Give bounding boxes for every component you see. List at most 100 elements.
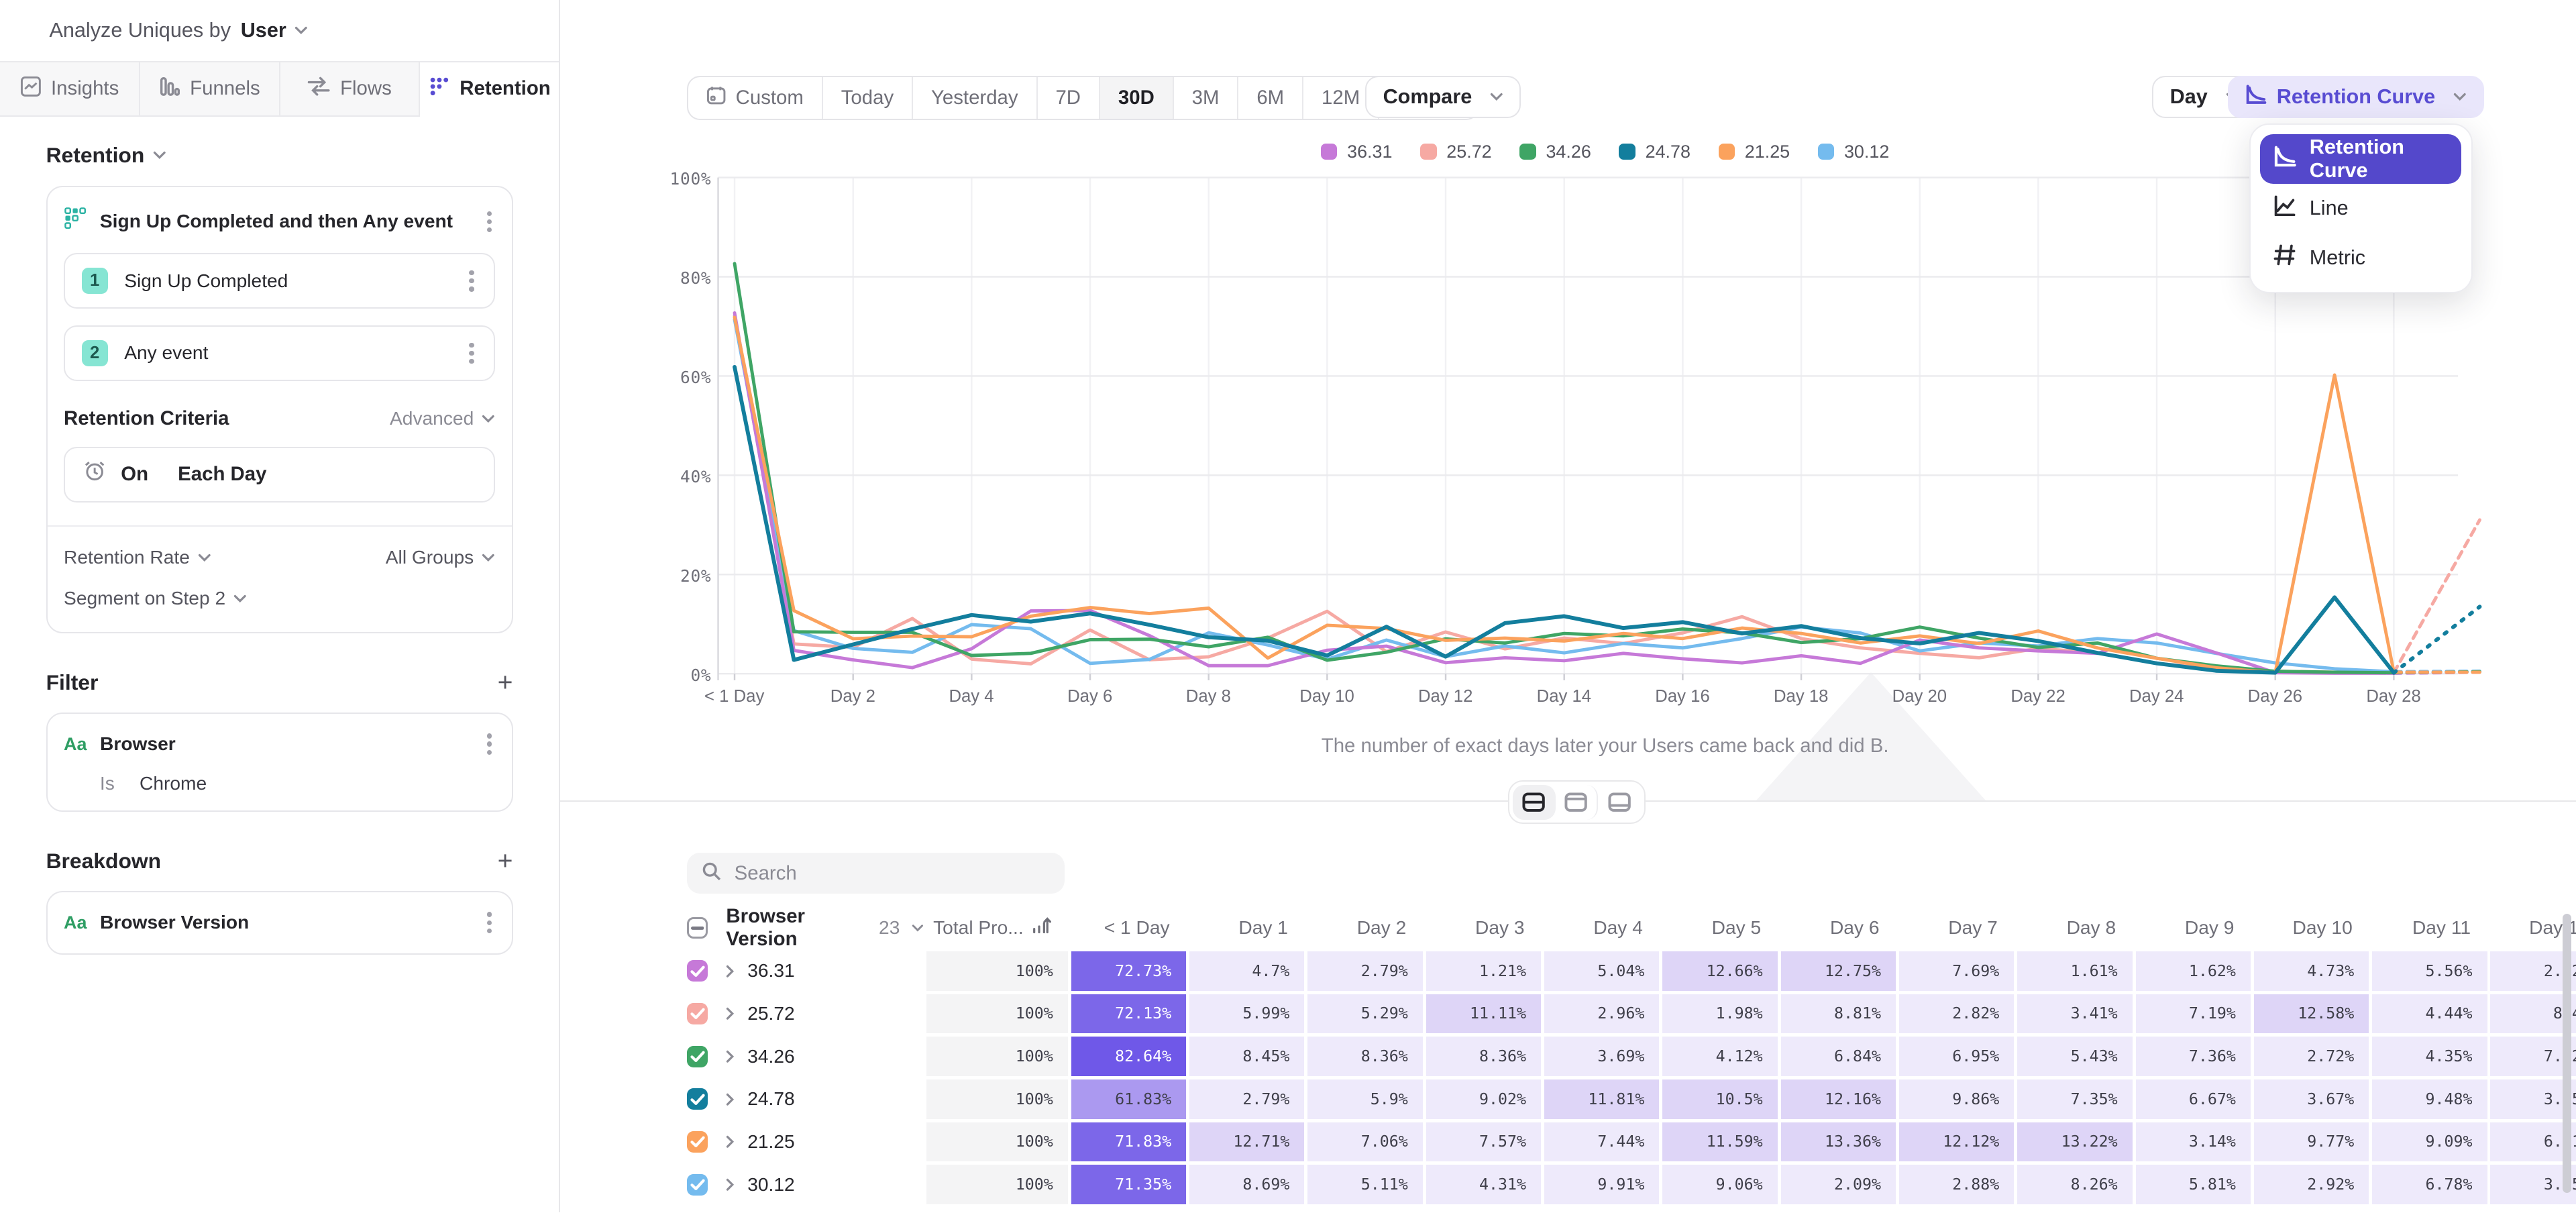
viz-type-button[interactable]: Retention Curve	[2228, 76, 2484, 119]
retention-cell[interactable]: 3.67%	[2254, 1079, 2369, 1119]
retention-cell[interactable]: 11.81%	[1544, 1079, 1659, 1119]
retention-cell[interactable]: 72.73%	[1071, 951, 1186, 991]
retention-cell[interactable]: 12.75%	[1781, 951, 1896, 991]
expand-row-icon[interactable]	[726, 1135, 734, 1149]
retention-cell[interactable]: 7.69%	[1899, 951, 2014, 991]
chevron-down-icon[interactable]	[294, 26, 308, 34]
legend-item-36.31[interactable]: 36.31	[1321, 142, 1393, 162]
retention-cell[interactable]: 2.79%	[1189, 1079, 1304, 1119]
select-all-checkbox[interactable]	[687, 917, 708, 939]
legend-item-21.25[interactable]: 21.25	[1719, 142, 1790, 162]
day-column-header[interactable]: < 1 Day	[1071, 905, 1186, 951]
retention-cell[interactable]: 82.64%	[1071, 1037, 1186, 1076]
search-input[interactable]	[735, 862, 1030, 885]
retention-cell[interactable]: 6.78%	[2372, 1165, 2487, 1204]
retention-cell[interactable]: 5.11%	[1307, 1165, 1422, 1204]
retention-cell[interactable]: 5.43%	[2017, 1037, 2132, 1076]
retention-section-heading[interactable]: Retention	[46, 143, 513, 168]
query-step-2[interactable]: 2Any event	[64, 325, 495, 381]
day-column-header[interactable]: Day 1	[1189, 905, 1304, 951]
expand-row-icon[interactable]	[726, 1093, 734, 1106]
day-column-header[interactable]: Day 9	[2136, 905, 2251, 951]
filter-value[interactable]: Chrome	[140, 773, 207, 794]
day-column-header[interactable]: Day 10	[2254, 905, 2369, 951]
legend-item-30.12[interactable]: 30.12	[1818, 142, 1890, 162]
total-column-header[interactable]: Total Pro...	[926, 905, 1068, 951]
viz-menu-item-metric[interactable]: Metric	[2260, 233, 2461, 282]
retention-cell[interactable]: 2.72%	[2254, 1037, 2369, 1076]
table-scrollbar[interactable]	[2563, 914, 2571, 1193]
retention-cell[interactable]: 6.84%	[1781, 1037, 1896, 1076]
retention-cell[interactable]: 3.41%	[2017, 994, 2132, 1034]
retention-cell[interactable]: 7.44%	[1544, 1122, 1659, 1162]
day-column-header[interactable]: Day 2	[1307, 905, 1422, 951]
retention-cell[interactable]: 3.14%	[2136, 1122, 2251, 1162]
add-filter-button[interactable]: +	[498, 670, 513, 696]
day-column-header[interactable]: Day 5	[1662, 905, 1777, 951]
advanced-dropdown[interactable]: Advanced	[390, 408, 495, 429]
retention-cell[interactable]: 12.58%	[2254, 994, 2369, 1034]
range-yesterday[interactable]: Yesterday	[913, 77, 1037, 119]
criteria-on-card[interactable]: On Each Day	[64, 447, 495, 503]
retention-cell[interactable]: 9.77%	[2254, 1122, 2369, 1162]
retention-cell[interactable]: 5.56%	[2372, 951, 2487, 991]
expand-row-icon[interactable]	[726, 1050, 734, 1063]
retention-cell[interactable]: 61.83%	[1071, 1079, 1186, 1119]
retention-cell[interactable]: 9.06%	[1662, 1165, 1777, 1204]
retention-cell[interactable]: 9.48%	[2372, 1079, 2487, 1119]
retention-cell[interactable]: 10.5%	[1662, 1079, 1777, 1119]
retention-cell[interactable]: 13.22%	[2017, 1122, 2132, 1162]
tab-flows[interactable]: Flows	[280, 62, 421, 117]
tab-insights[interactable]: Insights	[0, 62, 140, 117]
retention-cell[interactable]: 1.21%	[1426, 951, 1541, 991]
expand-row-icon[interactable]	[726, 1007, 734, 1020]
chart-only-view-button[interactable]	[1556, 785, 1599, 819]
retention-cell[interactable]: 8.69%	[1189, 1165, 1304, 1204]
row-checkbox[interactable]	[687, 1174, 708, 1196]
retention-cell[interactable]: 7.36%	[2136, 1037, 2251, 1076]
retention-cell[interactable]: 12.71%	[1189, 1122, 1304, 1162]
day-column-header[interactable]: Day 3	[1426, 905, 1541, 951]
tab-funnels[interactable]: Funnels	[140, 62, 280, 117]
retention-cell[interactable]: 7.06%	[1307, 1122, 1422, 1162]
analyze-uniques-value[interactable]: User	[241, 19, 286, 42]
add-breakdown-button[interactable]: +	[498, 848, 513, 874]
retention-cell[interactable]: 5.9%	[1307, 1079, 1422, 1119]
day-column-header[interactable]: Day 6	[1781, 905, 1896, 951]
viz-menu-item-line[interactable]: Line	[2260, 184, 2461, 233]
kebab-menu-icon[interactable]	[484, 730, 495, 758]
retention-cell[interactable]: 9.09%	[2372, 1122, 2487, 1162]
query-step-1[interactable]: 1Sign Up Completed	[64, 253, 495, 309]
retention-cell[interactable]: 5.04%	[1544, 951, 1659, 991]
legend-item-24.78[interactable]: 24.78	[1619, 142, 1690, 162]
table-search[interactable]	[687, 853, 1065, 894]
retention-cell[interactable]: 2.88%	[1899, 1165, 2014, 1204]
retention-cell[interactable]: 5.81%	[2136, 1165, 2251, 1204]
viz-menu-item-retention-curve[interactable]: Retention Curve	[2260, 134, 2461, 183]
retention-cell[interactable]: 71.35%	[1071, 1165, 1186, 1204]
retention-cell[interactable]: 2.79%	[1307, 951, 1422, 991]
retention-cell[interactable]: 6.67%	[2136, 1079, 2251, 1119]
split-view-button[interactable]	[1513, 785, 1556, 819]
retention-cell[interactable]: 12.12%	[1899, 1122, 2014, 1162]
retention-cell[interactable]: 2.92%	[2254, 1165, 2369, 1204]
range-7d[interactable]: 7D	[1038, 77, 1100, 119]
expand-row-icon[interactable]	[726, 965, 734, 978]
row-checkbox[interactable]	[687, 1088, 708, 1110]
retention-cell[interactable]: 1.98%	[1662, 994, 1777, 1034]
day-column-header[interactable]: Day 8	[2017, 905, 2132, 951]
kebab-menu-icon[interactable]	[484, 908, 495, 937]
row-checkbox[interactable]	[687, 1046, 708, 1067]
retention-cell[interactable]: 2.96%	[1544, 994, 1659, 1034]
retention-cell[interactable]: 4.12%	[1662, 1037, 1777, 1076]
legend-item-25.72[interactable]: 25.72	[1420, 142, 1492, 162]
retention-cell[interactable]: 11.59%	[1662, 1122, 1777, 1162]
retention-cell[interactable]: 9.86%	[1899, 1079, 2014, 1119]
retention-cell[interactable]: 7.35%	[2017, 1079, 2132, 1119]
kebab-menu-icon[interactable]	[484, 208, 495, 236]
retention-cell[interactable]: 3.69%	[1544, 1037, 1659, 1076]
retention-cell[interactable]: 6.95%	[1899, 1037, 2014, 1076]
range-today[interactable]: Today	[823, 77, 913, 119]
retention-cell[interactable]: 2.82%	[1899, 994, 2014, 1034]
retention-cell[interactable]: 8.45%	[1189, 1037, 1304, 1076]
